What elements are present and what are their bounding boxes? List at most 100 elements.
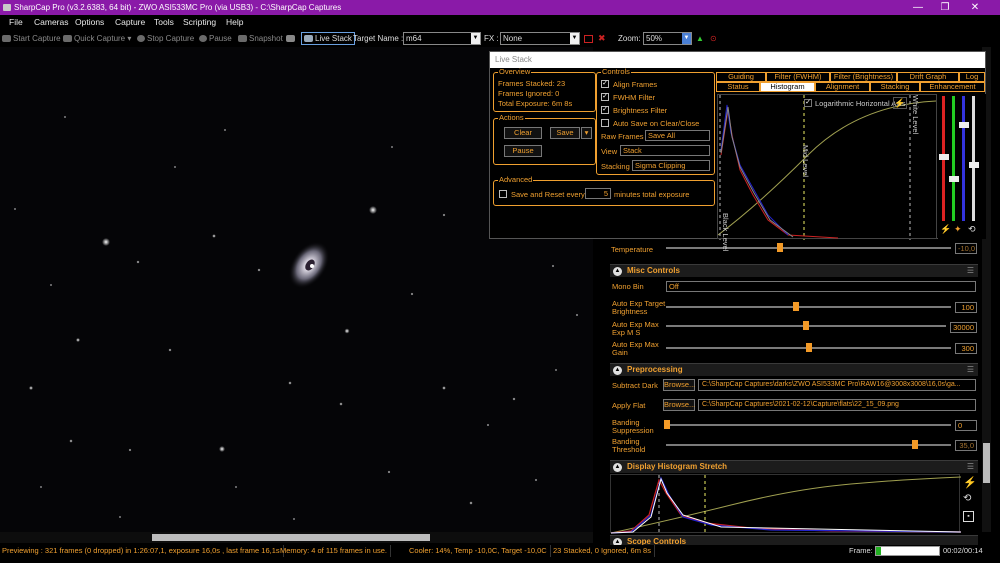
stop-capture-button[interactable]: Stop Capture	[137, 30, 194, 47]
banding-threshold-handle[interactable]	[912, 440, 918, 449]
auto-balance-icon[interactable]: ⚡	[940, 224, 951, 235]
collapse-icon[interactable]: ▲	[613, 366, 622, 375]
auto-exp-max-gain-handle[interactable]	[806, 343, 812, 352]
tab-filter-brightness[interactable]: Filter (Brightness)	[830, 72, 897, 82]
target-icon[interactable]: ✦	[954, 224, 962, 235]
collapse-icon[interactable]: ▲	[613, 463, 622, 472]
pause-stack-button[interactable]: Pause	[504, 145, 542, 157]
auto-stretch-icon[interactable]: ⚡	[963, 476, 977, 489]
menu-file[interactable]: File	[9, 15, 23, 30]
save-icon[interactable]: ▪	[963, 511, 974, 522]
pause-button[interactable]: Pause	[199, 30, 232, 47]
tab-histogram[interactable]: Histogram	[760, 82, 815, 92]
scope-controls-header[interactable]: ▲ Scope Controls	[610, 535, 978, 547]
horizontal-scrollbar[interactable]	[0, 532, 593, 543]
fx-select[interactable]: None ▼	[500, 32, 580, 45]
tab-enhancement[interactable]: Enhancement	[920, 82, 985, 92]
auto-stretch-icon[interactable]: ⚡	[893, 97, 907, 109]
align-frames-checkbox[interactable]: ✓	[601, 80, 609, 88]
stack-histogram[interactable]: ✓ Logarithmic Horizontal Axis Black Leve…	[717, 94, 937, 251]
close-button[interactable]: ✕	[960, 0, 990, 15]
auto-exp-target-slider[interactable]	[666, 306, 951, 308]
banding-threshold-slider[interactable]	[666, 444, 951, 446]
green-slider-handle[interactable]	[949, 176, 959, 182]
save-button[interactable]: Save	[550, 127, 580, 139]
mono-bin-select[interactable]: Off	[666, 281, 976, 292]
chevron-down-icon[interactable]: ▼	[471, 33, 480, 44]
raw-frames-select[interactable]: Save All	[645, 130, 710, 141]
clear-button[interactable]: Clear	[504, 127, 542, 139]
menu-icon[interactable]: ☰	[967, 265, 974, 277]
menu-help[interactable]: Help	[226, 15, 243, 30]
fwhm-filter-checkbox[interactable]: ✓	[601, 93, 609, 101]
chevron-down-icon[interactable]: ▼	[570, 33, 579, 44]
tab-guiding[interactable]: Guiding	[716, 72, 766, 82]
view-select[interactable]: Stack	[620, 145, 710, 156]
controls-group: Controls ✓ Align Frames ✓ FWHM Filter ✓ …	[596, 68, 715, 175]
tab-stacking[interactable]: Stacking	[870, 82, 920, 92]
luminance-slider[interactable]	[972, 96, 975, 221]
tab-status[interactable]: Status	[716, 82, 760, 92]
zoom-label: Zoom:	[618, 34, 641, 43]
start-capture-button[interactable]: Start Capture	[2, 30, 61, 47]
stacking-select[interactable]: Sigma Clipping	[632, 160, 710, 171]
menu-tools[interactable]: Tools	[154, 15, 174, 30]
snapshot-button[interactable]: Snapshot	[238, 30, 283, 47]
layout-icon[interactable]	[286, 30, 297, 47]
view-label: View	[601, 147, 618, 156]
collapse-icon[interactable]: ▲	[613, 267, 622, 276]
display-stretch-header[interactable]: ▲ Display Histogram Stretch ☰	[610, 460, 978, 473]
display-stretch-histogram[interactable]	[610, 474, 962, 534]
brightness-filter-checkbox[interactable]: ✓	[601, 106, 609, 114]
menu-icon[interactable]: ☰	[967, 364, 974, 376]
target-name-input[interactable]: m64 ▼	[403, 32, 481, 45]
fx-clear-icon[interactable]: ✖	[598, 30, 606, 47]
blue-slider[interactable]	[962, 96, 965, 221]
subtract-dark-label: Subtract Dark	[612, 381, 658, 390]
menu-scripting[interactable]: Scripting	[183, 15, 216, 30]
auto-save-checkbox[interactable]	[601, 119, 609, 127]
temperature-slider[interactable]	[666, 247, 951, 249]
chevron-down-icon[interactable]: ▼	[682, 33, 691, 44]
scrollbar-thumb[interactable]	[983, 443, 990, 483]
misc-controls-header[interactable]: ▲ Misc Controls ☰	[610, 264, 978, 277]
blue-slider-handle[interactable]	[959, 122, 969, 128]
zoom-select[interactable]: 50% ▼	[643, 32, 692, 45]
green-slider[interactable]	[952, 96, 955, 221]
save-menu-button[interactable]: ▾	[581, 127, 592, 139]
menu-icon[interactable]: ☰	[967, 461, 974, 473]
dark-browse-button[interactable]: Browse...	[663, 379, 695, 391]
dark-path-select[interactable]: C:\SharpCap Captures\darks\ZWO ASI533MC …	[698, 379, 976, 391]
reset-icon[interactable]: ⟲	[968, 224, 976, 235]
flat-browse-button[interactable]: Browse...	[663, 399, 695, 411]
tab-filter-fwhm[interactable]: Filter (FWHM)	[766, 72, 830, 82]
flat-path-select[interactable]: C:\SharpCap Captures\2021-02-12\Capture\…	[698, 399, 976, 411]
maximize-button[interactable]: ❐	[930, 0, 960, 15]
fx-settings-icon[interactable]	[584, 35, 593, 43]
save-reset-minutes[interactable]: 5	[585, 188, 611, 199]
quick-capture-button[interactable]: Quick Capture ▾	[63, 30, 131, 47]
live-stack-button[interactable]: Live Stack	[301, 32, 355, 45]
log-axis-checkbox[interactable]: ✓	[804, 99, 812, 107]
menu-cameras[interactable]: Cameras	[34, 15, 68, 30]
tab-log[interactable]: Log	[959, 72, 985, 82]
preprocessing-header[interactable]: ▲ Preprocessing ☰	[610, 363, 978, 376]
tab-drift-graph[interactable]: Drift Graph	[897, 72, 959, 82]
save-reset-checkbox[interactable]	[499, 190, 507, 198]
temperature-slider-handle[interactable]	[777, 243, 783, 252]
auto-exp-target-handle[interactable]	[793, 302, 799, 311]
red-slider-handle[interactable]	[939, 154, 949, 160]
menu-capture[interactable]: Capture	[115, 15, 145, 30]
menu-options[interactable]: Options	[75, 15, 104, 30]
auto-exp-max-ms-handle[interactable]	[803, 321, 809, 330]
auto-exp-max-ms-label: Auto Exp Max Exp M S	[612, 320, 659, 337]
minimize-button[interactable]: —	[903, 0, 933, 15]
histogram-icon[interactable]: ▲	[696, 30, 704, 47]
tab-alignment[interactable]: Alignment	[815, 82, 870, 92]
scrollbar-thumb[interactable]	[152, 534, 430, 541]
luminance-slider-handle[interactable]	[969, 162, 979, 168]
banding-suppression-handle[interactable]	[664, 420, 670, 429]
banding-suppression-slider[interactable]	[666, 424, 951, 426]
zoom-icon[interactable]: ⊙	[710, 30, 717, 47]
reset-icon[interactable]: ⟲	[963, 493, 971, 504]
